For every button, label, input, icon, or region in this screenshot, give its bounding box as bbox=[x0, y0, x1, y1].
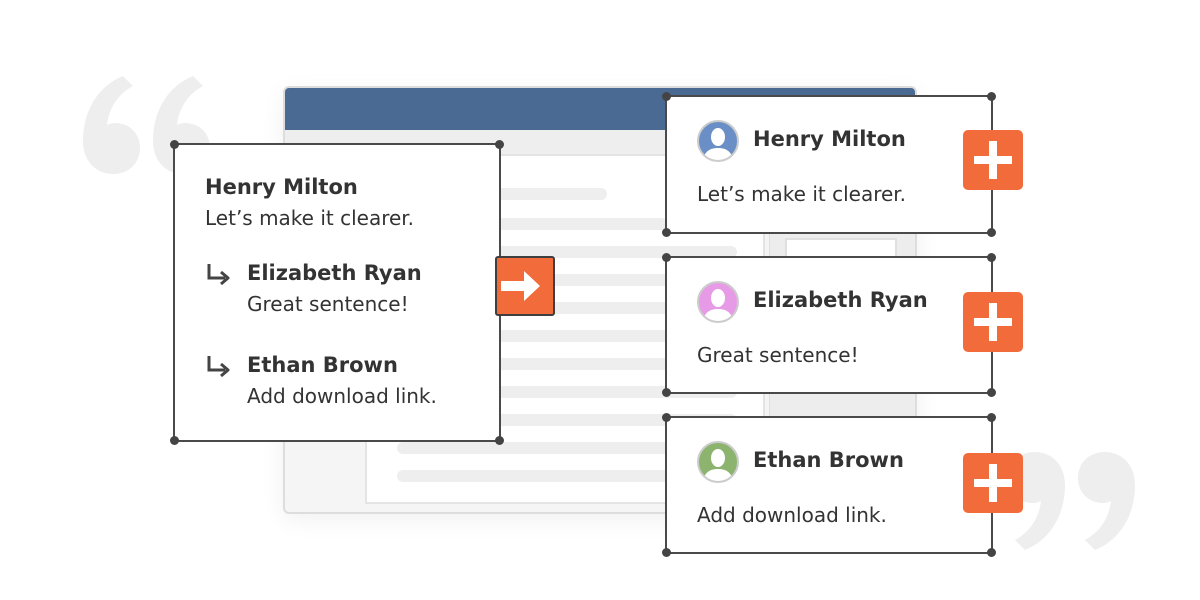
plus-icon bbox=[974, 141, 1012, 179]
resize-handle[interactable] bbox=[495, 436, 504, 445]
comment-card: Elizabeth Ryan Great sentence! bbox=[662, 253, 996, 397]
resize-handle[interactable] bbox=[170, 436, 179, 445]
reply-arrow-icon bbox=[207, 356, 230, 378]
plus-icon bbox=[974, 303, 1012, 341]
thread-author: Henry Milton bbox=[205, 175, 358, 199]
resize-handle[interactable] bbox=[662, 228, 671, 237]
reply-text: Great sentence! bbox=[247, 292, 409, 316]
comment-text: Let’s make it clearer. bbox=[697, 182, 907, 206]
resize-handle[interactable] bbox=[662, 548, 671, 557]
resize-handle[interactable] bbox=[987, 228, 996, 237]
resize-handle[interactable] bbox=[987, 253, 996, 262]
comment-author: Henry Milton bbox=[753, 127, 906, 151]
comment-thread-box: Henry Milton Let’s make it clearer. Eliz… bbox=[170, 140, 504, 445]
reply-text: Add download link. bbox=[247, 384, 437, 408]
user-avatar-icon bbox=[697, 120, 739, 162]
add-comment-button[interactable] bbox=[963, 292, 1023, 352]
comment-author: Elizabeth Ryan bbox=[753, 288, 928, 312]
user-avatar-icon bbox=[697, 441, 739, 483]
resize-handle[interactable] bbox=[662, 413, 671, 422]
comment-card: Henry Milton Let’s make it clearer. bbox=[662, 92, 996, 237]
thread-text: Let’s make it clearer. bbox=[205, 206, 415, 230]
comment-card: Ethan Brown Add download link. bbox=[662, 413, 996, 557]
resize-handle[interactable] bbox=[662, 388, 671, 397]
resize-handle[interactable] bbox=[987, 92, 996, 101]
resize-handle[interactable] bbox=[662, 92, 671, 101]
comment-author: Ethan Brown bbox=[753, 448, 904, 472]
comment-text: Great sentence! bbox=[697, 343, 859, 367]
resize-handle[interactable] bbox=[987, 388, 996, 397]
reply-author: Ethan Brown bbox=[247, 353, 398, 377]
resize-handle[interactable] bbox=[987, 548, 996, 557]
resize-handle[interactable] bbox=[662, 253, 671, 262]
comment-text: Add download link. bbox=[697, 503, 887, 527]
expand-arrow-button[interactable] bbox=[495, 256, 555, 316]
reply-author: Elizabeth Ryan bbox=[247, 261, 422, 285]
user-avatar-icon bbox=[697, 281, 739, 323]
reply-arrow-icon bbox=[207, 264, 230, 286]
add-comment-button[interactable] bbox=[963, 453, 1023, 513]
add-comment-button[interactable] bbox=[963, 130, 1023, 190]
resize-handle[interactable] bbox=[495, 140, 504, 149]
plus-icon bbox=[974, 464, 1012, 502]
arrow-right-icon bbox=[501, 271, 540, 301]
resize-handle[interactable] bbox=[987, 413, 996, 422]
resize-handle[interactable] bbox=[170, 140, 179, 149]
